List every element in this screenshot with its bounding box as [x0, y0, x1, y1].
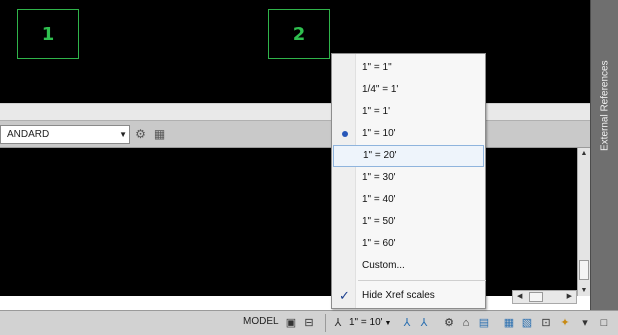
scroll-down-arrow-icon[interactable]: ▼	[578, 287, 590, 294]
status-separator	[325, 314, 326, 332]
status-bar-menu-icon[interactable]: ▧	[519, 315, 535, 331]
model-space-label[interactable]: MODEL	[243, 316, 279, 327]
scale-option[interactable]: 1/4" = 1'	[333, 79, 484, 101]
scale-option-label: 1/4" = 1'	[362, 84, 399, 95]
scale-option-label: 1" = 40'	[362, 194, 396, 205]
annotation-scale-menu: 1" = 1" 1/4" = 1' 1" = 1' 1" = 10' 1" = …	[331, 53, 486, 309]
viewport-2-label: 2	[292, 23, 306, 45]
viewport-1[interactable]: 1	[17, 9, 79, 59]
scale-caret-icon: ▼	[384, 320, 392, 327]
style-toolbar: ANDARD ▼ ⚙ ▦	[0, 120, 590, 148]
scale-option-label: 1" = 50'	[362, 216, 396, 227]
workspace-gear-icon[interactable]: ⚙	[441, 315, 457, 331]
scale-option-label: Custom...	[362, 260, 405, 271]
scale-option[interactable]: 1" = 40'	[333, 189, 484, 211]
layout-icon[interactable]: ▣	[283, 315, 299, 331]
lightbulb-icon[interactable]: ✦	[557, 315, 573, 331]
scale-option-label: 1" = 10'	[362, 128, 396, 139]
scale-option[interactable]: 1" = 60'	[333, 233, 484, 255]
scale-option[interactable]: 1" = 50'	[333, 211, 484, 233]
horizontal-scroll-thumb[interactable]	[529, 292, 543, 302]
status-bar-menu-arrow-icon[interactable]: ▾	[577, 315, 593, 331]
scale-option-label: 1" = 60'	[362, 238, 396, 249]
drawing-area[interactable]: 1 2	[0, 0, 590, 103]
status-bar: MODEL ▣ ⊟ ⅄ 1" = 10' ▼ ⅄ ⅄ ⚙ ⌂ ▤ ▦ ▧ ⊡ ✦ …	[0, 310, 618, 335]
palette-title: External References	[599, 60, 611, 152]
viewport-1-label: 1	[41, 23, 55, 45]
annotation-scale-value: 1" = 10'	[349, 317, 383, 328]
style-combo-value: ANDARD	[7, 129, 50, 140]
scale-option[interactable]: 1" = 30'	[333, 167, 484, 189]
hardware-acceleration-icon[interactable]: ▤	[476, 315, 492, 331]
table-style-icon[interactable]: ▦	[152, 126, 167, 142]
horizontal-scrollbar[interactable]: ◀ ▶	[512, 290, 577, 304]
gear-icon[interactable]: ⚙	[133, 126, 148, 142]
scale-option[interactable]: 1" = 1"	[333, 57, 484, 79]
scroll-right-arrow-icon[interactable]: ▶	[567, 291, 572, 303]
lock-icon[interactable]: ⌂	[458, 315, 474, 331]
drawing-area-bottom-band	[0, 103, 590, 120]
checkmark-icon: ✓	[339, 288, 350, 303]
annotation-autoscale-icon[interactable]: ⅄	[416, 315, 432, 331]
scale-option-label: 1" = 1'	[362, 106, 390, 117]
custom-scale-option[interactable]: Custom...	[333, 255, 484, 277]
style-combo[interactable]: ANDARD ▼	[0, 125, 130, 144]
selected-radio-icon	[342, 131, 348, 137]
scroll-thumb[interactable]	[579, 260, 589, 280]
quickview-icon[interactable]: ⊟	[301, 315, 317, 331]
clean-screen-toggle-icon[interactable]: □	[596, 315, 612, 331]
chevron-down-icon[interactable]: ▼	[119, 126, 127, 143]
hide-xref-scales-option[interactable]: ✓ Hide Xref scales	[333, 285, 484, 307]
clean-screen-icon[interactable]: ⊡	[538, 315, 554, 331]
scroll-left-arrow-icon[interactable]: ◀	[517, 291, 522, 303]
hide-xref-scales-label: Hide Xref scales	[362, 290, 435, 301]
annotation-visibility-icon[interactable]: ⅄	[399, 315, 415, 331]
scale-option-label: 1" = 1"	[362, 62, 392, 73]
isolate-objects-icon[interactable]: ▦	[501, 315, 517, 331]
scale-option-label: 1" = 20'	[363, 150, 397, 161]
command-window-vertical-scrollbar[interactable]: ▲ ▼	[577, 148, 590, 296]
viewport-2[interactable]: 2	[268, 9, 330, 59]
scale-option-hovered[interactable]: 1" = 20'	[333, 145, 484, 167]
external-references-palette[interactable]: External References	[590, 0, 618, 310]
scale-option-label: 1" = 30'	[362, 172, 396, 183]
menu-separator	[358, 280, 486, 281]
command-window[interactable]	[0, 148, 577, 296]
scroll-up-arrow-icon[interactable]: ▲	[578, 150, 590, 157]
scale-option-selected[interactable]: 1" = 10'	[333, 123, 484, 145]
annotation-scale-icon[interactable]: ⅄	[330, 315, 346, 331]
scale-option[interactable]: 1" = 1'	[333, 101, 484, 123]
annotation-scale-button[interactable]: 1" = 10' ▼	[347, 315, 393, 331]
